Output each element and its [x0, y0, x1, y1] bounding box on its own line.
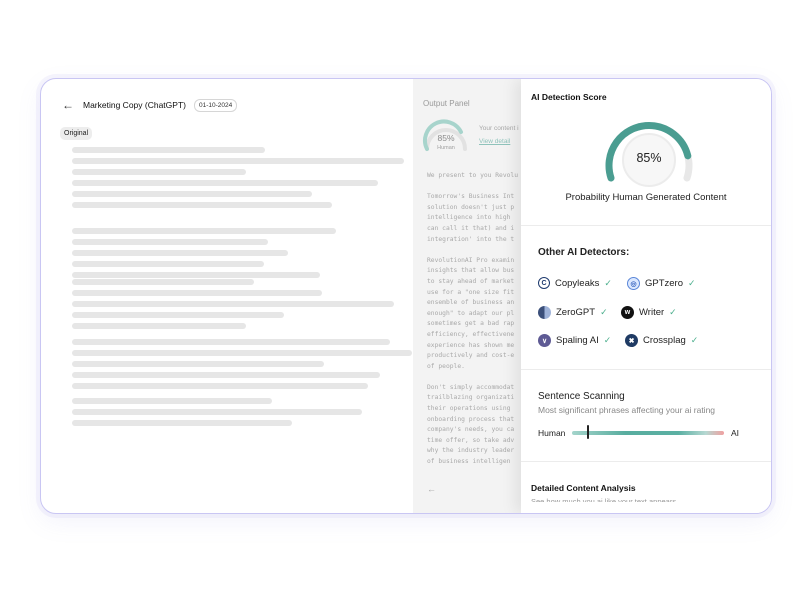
- text-line: [72, 350, 412, 356]
- detailed-analysis-title: Detailed Content Analysis: [531, 483, 636, 493]
- scale-human-label: Human: [538, 428, 566, 438]
- output-text: We present to you Revolu Tomorrow's Busi…: [427, 172, 518, 466]
- check-icon: ✓: [688, 278, 696, 288]
- view-details-link[interactable]: View detail: [479, 138, 510, 145]
- document-panel: ← Marketing Copy (ChatGPT) 01-10-2024 Or…: [51, 87, 412, 501]
- crossplag-icon: ✖: [625, 334, 638, 347]
- detector-label: Writer: [639, 307, 665, 318]
- divider: [521, 225, 771, 226]
- detector-gptzero: ◎ GPTzero ✓: [627, 277, 696, 290]
- detector-crossplag: ✖ Crossplag ✓: [625, 334, 698, 347]
- text-line: [72, 372, 380, 378]
- detector-label: GPTzero: [645, 278, 684, 289]
- original-chip[interactable]: Original: [60, 127, 93, 140]
- text-line: [72, 279, 254, 285]
- output-panel: Output Panel 85% Human Your content i Vi…: [413, 79, 523, 513]
- detector-label: ZeroGPT: [556, 307, 596, 318]
- detector-label: Copyleaks: [555, 277, 600, 289]
- date-badge: 01-10-2024: [193, 98, 238, 112]
- text-line: [72, 420, 292, 426]
- app-window: ← Marketing Copy (ChatGPT) 01-10-2024 Or…: [40, 78, 772, 514]
- text-line: [72, 398, 272, 404]
- detector-copyleaks: C Copyleaks ✓: [538, 277, 612, 289]
- output-panel-title: Output Panel: [423, 99, 470, 108]
- text-line: [72, 409, 362, 415]
- document-header: ← Marketing Copy (ChatGPT) 01-10-2024: [61, 97, 238, 113]
- text-line: [72, 339, 390, 345]
- spaling-icon: ∨: [538, 334, 551, 347]
- text-line: [72, 228, 336, 234]
- output-gauge-label: Human: [437, 145, 455, 151]
- zerogpt-icon: [538, 306, 551, 319]
- text-line: [72, 312, 284, 318]
- text-line: [72, 202, 332, 208]
- text-line: [72, 250, 288, 256]
- text-line: [72, 301, 394, 307]
- text-line: [72, 147, 265, 153]
- text-line: [72, 323, 246, 329]
- output-content-text: Your content i: [479, 125, 519, 132]
- divider: [521, 461, 771, 462]
- text-line: [72, 191, 312, 197]
- ai-detection-panel: AI Detection Score 85% Probability Human…: [521, 79, 771, 513]
- gptzero-icon: ◎: [627, 277, 640, 290]
- text-line: [72, 169, 246, 175]
- divider: [521, 369, 771, 370]
- text-line: [72, 290, 322, 296]
- other-detectors-title: Other AI Detectors:: [538, 247, 630, 258]
- document-title: Marketing Copy (ChatGPT): [83, 100, 186, 110]
- copyleaks-icon: C: [538, 277, 550, 289]
- score-percent: 85%: [636, 151, 662, 165]
- human-ai-scale-bar: [572, 431, 724, 435]
- probability-label: Probability Human Generated Content: [565, 192, 727, 203]
- detector-label: Spaling AI: [556, 335, 599, 346]
- detailed-analysis-subtitle: See how much you ai like your text appea…: [531, 497, 677, 506]
- check-icon: ✓: [600, 307, 608, 317]
- scale-marker[interactable]: [587, 425, 590, 439]
- writer-icon: w: [621, 306, 634, 319]
- check-icon: ✓: [603, 335, 612, 345]
- ai-detection-title: AI Detection Score: [531, 92, 607, 102]
- scale-ai-label: AI: [731, 428, 740, 438]
- text-line: [72, 158, 404, 164]
- back-arrow-icon[interactable]: ←: [427, 484, 436, 494]
- check-icon: ✓: [604, 277, 612, 288]
- text-line: [72, 272, 320, 278]
- sentence-scanning-subtitle: Most significant phrases affecting your …: [538, 405, 716, 415]
- text-line: [72, 261, 264, 267]
- text-line: [72, 239, 268, 245]
- back-arrow-icon[interactable]: ←: [61, 98, 75, 112]
- check-icon: ✓: [690, 335, 699, 345]
- text-line: [72, 383, 368, 389]
- detector-spaling: ∨ Spaling AI ✓: [538, 334, 611, 347]
- output-gauge-percent: 85%: [437, 133, 455, 143]
- sentence-scanning-title: Sentence Scanning: [538, 391, 625, 402]
- check-icon: ✓: [669, 307, 677, 317]
- text-line: [72, 361, 324, 367]
- text-line: [72, 180, 378, 186]
- detector-writer: w Writer ✓: [621, 306, 677, 319]
- detector-zerogpt: ZeroGPT ✓: [538, 306, 608, 319]
- detector-label: Crossplag: [643, 335, 686, 346]
